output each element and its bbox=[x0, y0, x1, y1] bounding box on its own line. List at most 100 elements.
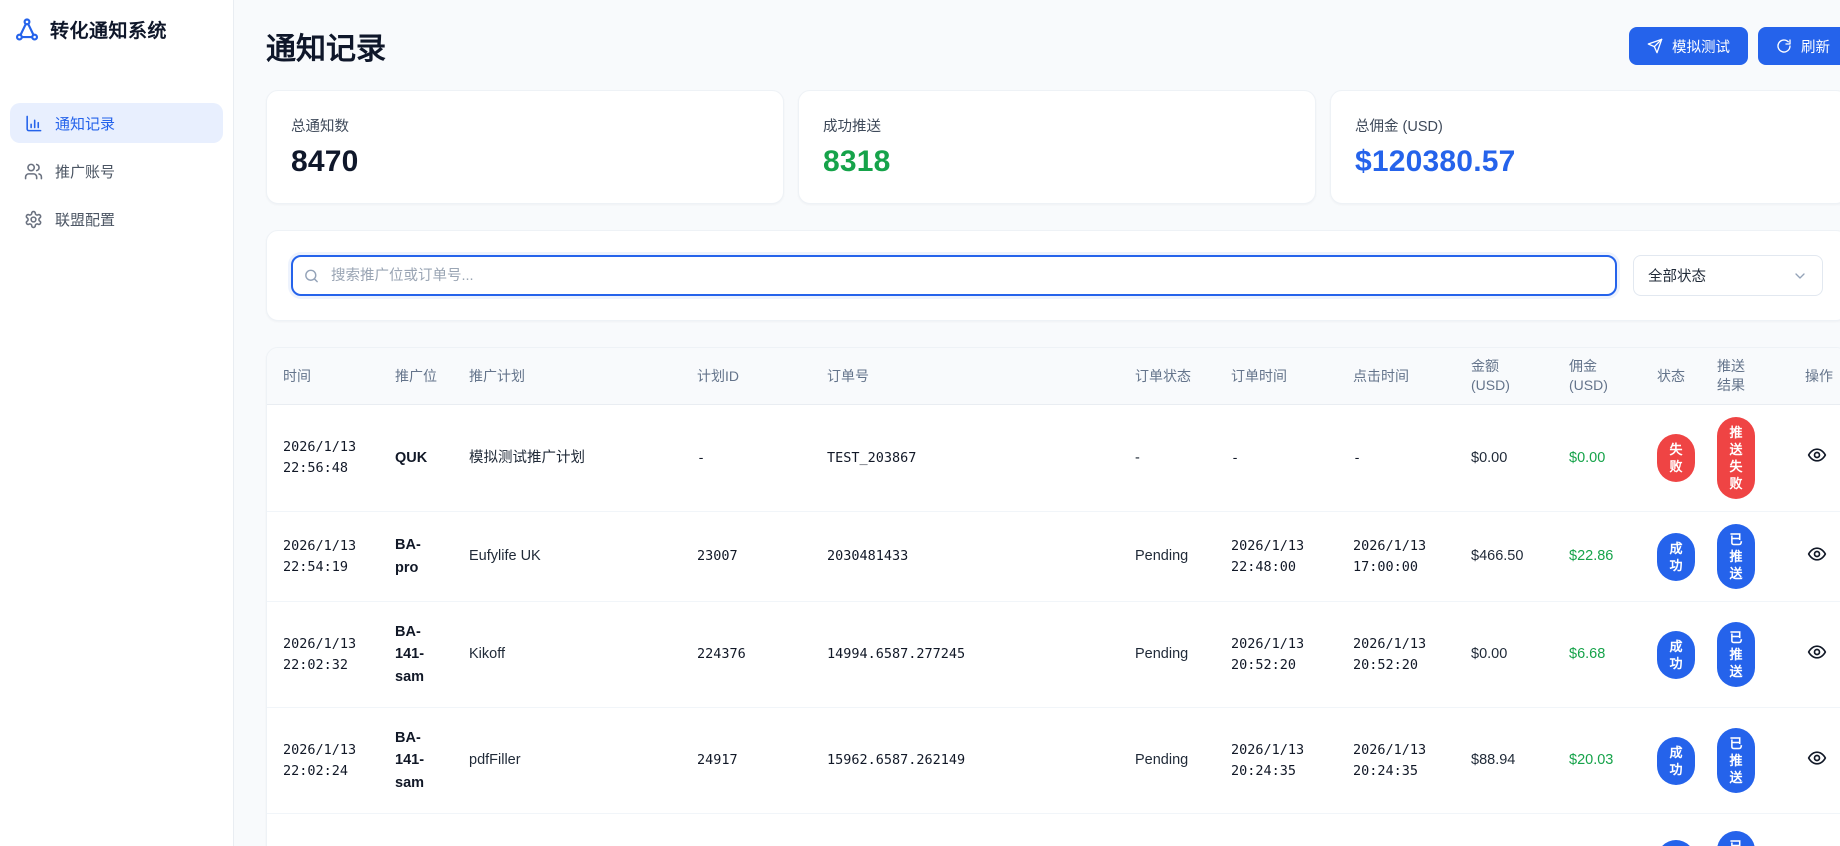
chevron-down-icon bbox=[1795, 272, 1805, 279]
cell-push-result: 推送失败 bbox=[1701, 404, 1789, 512]
cell-status: 成功 bbox=[1641, 511, 1701, 602]
cell-order-time: 2026/1/13 20:52:20 bbox=[1215, 601, 1337, 708]
main-area: 通知记录 模拟测试 刷新 总通知数 8470 成功推送 8318 总佣金 (USD) $1… bbox=[234, 0, 1840, 846]
cell-commission: $20.03 bbox=[1553, 707, 1641, 814]
cell-actions bbox=[1789, 813, 1840, 846]
cell-push-result: 已推送 bbox=[1701, 813, 1789, 846]
cell-order-no: TEST_203867 bbox=[811, 404, 1119, 512]
column-header-0: 时间 bbox=[267, 348, 379, 405]
sidebar-item-label: 推广账号 bbox=[55, 163, 116, 181]
page-title: 通知记录 bbox=[266, 33, 386, 66]
app-title: 转化通知系统 bbox=[50, 21, 168, 42]
app-logo: 转化通知系统 bbox=[10, 14, 223, 45]
cell-amount: $0.00 bbox=[1455, 404, 1553, 512]
sidebar-item-2[interactable]: 联盟配置 bbox=[10, 199, 223, 239]
filter-bar: 全部状态 bbox=[266, 230, 1840, 321]
column-header-11: 推送 结果 bbox=[1701, 348, 1789, 405]
cell-order-status: Pending bbox=[1119, 813, 1215, 846]
stat-label: 成功推送 bbox=[823, 119, 881, 135]
cell-plan-id: 54286 bbox=[681, 813, 811, 846]
view-detail-button[interactable] bbox=[1805, 443, 1829, 467]
push-result-badge: 推送失败 bbox=[1717, 417, 1755, 499]
cell-campaign: pdfFiller bbox=[453, 707, 681, 814]
table-row-0: 2026/1/13 22:56:48 QUK 模拟测试推广计划 - TEST_20386… bbox=[267, 404, 1840, 512]
cell-status: 成功 bbox=[1641, 707, 1701, 814]
sidebar-item-label: 联盟配置 bbox=[55, 211, 116, 229]
refresh-button[interactable]: 刷新 bbox=[1758, 27, 1840, 65]
eye-icon bbox=[1807, 544, 1827, 564]
view-detail-button[interactable] bbox=[1805, 542, 1829, 566]
cell-order-no: 15962.6587.262149 bbox=[811, 707, 1119, 814]
search-wrap bbox=[291, 255, 1617, 296]
column-header-8: 金额 (USD) bbox=[1455, 348, 1553, 405]
cell-amount: $88.94 bbox=[1455, 707, 1553, 814]
cell-status: 成功 bbox=[1641, 813, 1701, 846]
column-header-5: 订单状态 bbox=[1119, 348, 1215, 405]
column-header-3: 计划ID bbox=[681, 348, 811, 405]
view-detail-button[interactable] bbox=[1805, 640, 1829, 664]
cell-click-time: 2026/1/13 17:00:00 bbox=[1337, 511, 1455, 602]
table-row-3: 2026/1/13 22:02:24 BA-141-sam pdfFiller 249… bbox=[267, 707, 1840, 814]
records-table-card: 时间 推广位 推广计划 计划ID 订单号 订单状态 订单时间 点击时间 金额 (USD) 佣金 (… bbox=[266, 347, 1840, 846]
cell-time: 2026/1/13 22:02:32 bbox=[267, 601, 379, 708]
sidebar-item-0[interactable]: 通知记录 bbox=[10, 103, 223, 143]
cell-amount: $0.00 bbox=[1455, 601, 1553, 708]
cell-commission: $6.68 bbox=[1553, 601, 1641, 708]
cell-pub: BA-141-sam bbox=[379, 707, 453, 814]
status-filter-select[interactable]: 全部状态 bbox=[1633, 255, 1823, 296]
cell-order-time: 2026/1/13 20:24:35 bbox=[1215, 707, 1337, 814]
cell-click-time: - bbox=[1337, 404, 1455, 512]
push-result-badge: 已推送 bbox=[1717, 622, 1755, 687]
cell-pub: BA-141-sam bbox=[379, 601, 453, 708]
column-header-12: 操作 bbox=[1789, 348, 1840, 405]
stats-row: 总通知数 8470 成功推送 8318 总佣金 (USD) $120380.57 bbox=[266, 90, 1840, 204]
sidebar-menu: 通知记录推广账号联盟配置 bbox=[10, 103, 223, 239]
status-badge: 成功 bbox=[1657, 736, 1695, 785]
push-result-badge: 已推送 bbox=[1717, 831, 1755, 846]
app-root: 转化通知系统 通知记录 推广账号 联盟配置 通知记录 模拟测试 刷新 总通知数 … bbox=[0, 0, 1840, 846]
title-actions: 模拟测试 刷新 bbox=[1629, 27, 1840, 65]
search-input[interactable] bbox=[291, 255, 1617, 296]
stat-card-2: 总佣金 (USD) $120380.57 bbox=[1330, 90, 1840, 204]
column-header-1: 推广位 bbox=[379, 348, 453, 405]
table-row-4: 2026/1/13 21:55:05BA-proSavers UK5428610… bbox=[267, 813, 1840, 846]
stat-value: $120380.57 bbox=[1355, 145, 1516, 178]
eye-icon bbox=[1807, 642, 1827, 662]
logo-icon bbox=[15, 17, 39, 41]
cell-time: 2026/1/13 22:02:24 bbox=[267, 707, 379, 814]
cell-commission: $0.07 bbox=[1553, 813, 1641, 846]
cell-order-status: Pending bbox=[1119, 707, 1215, 814]
cell-order-status: - bbox=[1119, 404, 1215, 512]
sidebar-item-1[interactable]: 推广账号 bbox=[10, 151, 223, 191]
cell-push-result: 已推送 bbox=[1701, 601, 1789, 708]
bar-chart-icon bbox=[24, 114, 43, 133]
cell-pub: QUK bbox=[379, 404, 453, 512]
cell-order-time: 2026/1/13 21:41:40 bbox=[1215, 813, 1337, 846]
column-header-7: 点击时间 bbox=[1337, 348, 1455, 405]
column-header-9: 佣金 (USD) bbox=[1553, 348, 1641, 405]
cell-order-status: Pending bbox=[1119, 601, 1215, 708]
stat-value: 8318 bbox=[823, 145, 891, 178]
cell-time: 2026/1/13 22:54:19 bbox=[267, 511, 379, 602]
cell-push-result: 已推送 bbox=[1701, 511, 1789, 602]
column-header-2: 推广计划 bbox=[453, 348, 681, 405]
cell-plan-id: 224376 bbox=[681, 601, 811, 708]
cell-time: 2026/1/13 21:55:05 bbox=[267, 813, 379, 846]
simulate-test-label: 模拟测试 bbox=[1672, 39, 1730, 56]
cell-amount: $3.36 bbox=[1455, 813, 1553, 846]
records-table: 时间 推广位 推广计划 计划ID 订单号 订单状态 订单时间 点击时间 金额 (USD) 佣金 (… bbox=[267, 348, 1840, 846]
cell-commission: $0.00 bbox=[1553, 404, 1641, 512]
cell-pub: BA-pro bbox=[379, 813, 453, 846]
stat-label: 总通知数 bbox=[291, 119, 349, 135]
cell-order-time: 2026/1/13 22:48:00 bbox=[1215, 511, 1337, 602]
cell-actions bbox=[1789, 707, 1840, 814]
refresh-label: 刷新 bbox=[1801, 39, 1830, 56]
simulate-test-button[interactable]: 模拟测试 bbox=[1629, 27, 1748, 65]
cell-click-time: 2026/1/13 20:24:35 bbox=[1337, 707, 1455, 814]
cell-status: 失败 bbox=[1641, 404, 1701, 512]
stat-label: 总佣金 (USD) bbox=[1355, 119, 1443, 135]
view-detail-button[interactable] bbox=[1805, 746, 1829, 770]
column-header-10: 状态 bbox=[1641, 348, 1701, 405]
cell-pub: BA-pro bbox=[379, 511, 453, 602]
column-header-4: 订单号 bbox=[811, 348, 1119, 405]
